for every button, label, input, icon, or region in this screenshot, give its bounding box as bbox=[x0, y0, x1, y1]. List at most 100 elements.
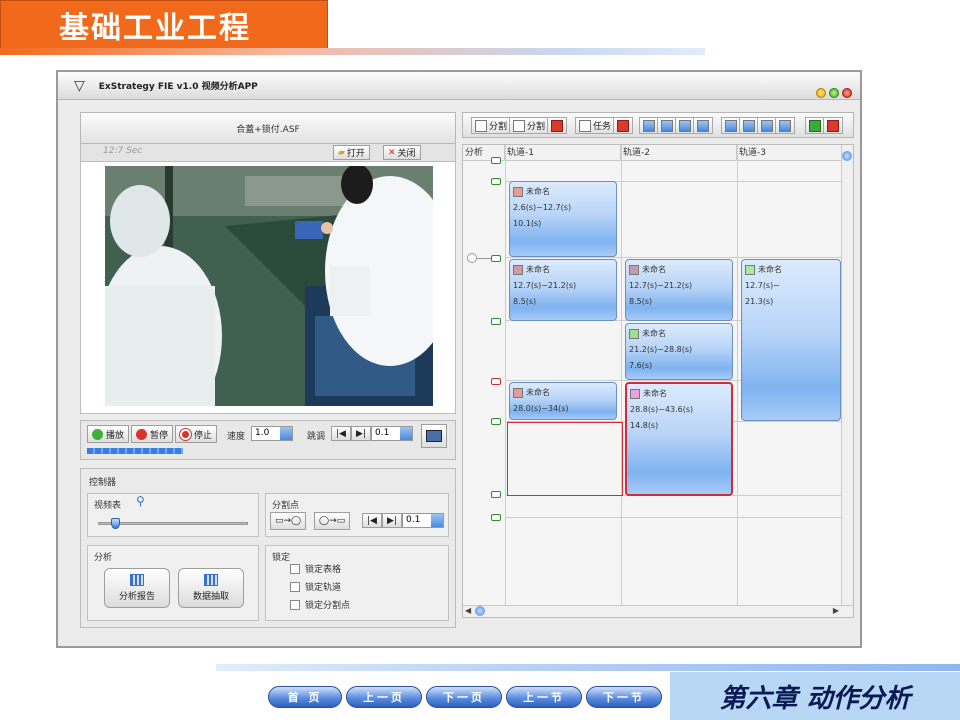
move-up-button[interactable] bbox=[675, 117, 695, 134]
folder-icon: ▰ bbox=[338, 147, 345, 158]
open-button[interactable]: ▰ 打开 bbox=[333, 145, 370, 160]
close-icon: ✕ bbox=[388, 147, 396, 158]
scroll-thumb[interactable] bbox=[475, 606, 485, 616]
move-down-button[interactable] bbox=[693, 117, 713, 134]
split-marker[interactable] bbox=[491, 491, 501, 498]
task-block[interactable]: 未命名 28.0(s)~34(s) bbox=[509, 382, 617, 420]
task-delete-button[interactable] bbox=[613, 117, 633, 134]
step-label: 跳调 bbox=[307, 432, 326, 442]
align-top-button[interactable] bbox=[721, 117, 741, 134]
expand-icon bbox=[761, 119, 773, 132]
close-button[interactable]: ✕ 关闭 bbox=[383, 145, 421, 160]
minus-icon bbox=[827, 119, 839, 132]
speed-dropdown-icon[interactable] bbox=[280, 427, 292, 440]
task-block[interactable]: 未命名 12.7(s)~21.2(s) 8.5(s) bbox=[625, 259, 733, 321]
stop-button[interactable]: 停止 bbox=[175, 425, 218, 443]
nav-next-page-button[interactable]: 下一页 bbox=[426, 686, 502, 708]
step-input[interactable]: 0.1 bbox=[371, 426, 413, 441]
plus-icon bbox=[809, 119, 821, 132]
horizontal-scrollbar[interactable]: ◀ ▶ bbox=[463, 605, 853, 617]
collapse-icon bbox=[779, 119, 791, 132]
step-dropdown-icon[interactable] bbox=[400, 427, 412, 440]
pause-button[interactable]: 暂停 bbox=[131, 425, 174, 443]
scroll-right-icon[interactable]: ▶ bbox=[833, 606, 839, 615]
expand-button[interactable] bbox=[757, 117, 777, 134]
nav-next-section-button[interactable]: 下一节 bbox=[586, 686, 662, 708]
video-frame[interactable] bbox=[105, 166, 433, 406]
play-button[interactable]: 播放 bbox=[87, 425, 130, 443]
split-step-back-button[interactable]: |◀ bbox=[362, 513, 382, 528]
playback-progress[interactable] bbox=[87, 448, 183, 454]
split-delete-button[interactable] bbox=[547, 117, 567, 134]
split-marker[interactable] bbox=[491, 318, 501, 325]
task-block[interactable]: 未命名 21.2(s)~28.8(s) 7.6(s) bbox=[625, 323, 733, 380]
track-3-header: 轨道-3 bbox=[737, 145, 843, 161]
split-marker[interactable] bbox=[491, 178, 501, 185]
task-color-swatch bbox=[745, 264, 755, 275]
split-add-button[interactable]: 分割 bbox=[471, 117, 512, 134]
task-add-button[interactable]: 任务 bbox=[575, 117, 616, 134]
split-edit-icon bbox=[513, 119, 525, 132]
step-forward-button[interactable]: ▶| bbox=[351, 426, 371, 441]
remove-track-button[interactable] bbox=[823, 117, 843, 134]
lock-track-checkbox[interactable] bbox=[290, 581, 300, 592]
step-back-button[interactable]: |◀ bbox=[331, 426, 351, 441]
move-right-button[interactable] bbox=[657, 117, 677, 134]
zoom-label: 视频表 bbox=[94, 501, 122, 511]
close-window-icon[interactable] bbox=[842, 88, 852, 98]
selected-empty-cell[interactable] bbox=[507, 422, 623, 496]
split-marker[interactable] bbox=[491, 514, 501, 521]
move-left-button[interactable] bbox=[639, 117, 659, 134]
split-marker[interactable] bbox=[491, 418, 501, 425]
lock-split-option[interactable]: 锁定分割点 bbox=[290, 598, 350, 611]
add-track-button[interactable] bbox=[805, 117, 825, 134]
skip-back-icon: |◀ bbox=[367, 515, 377, 526]
camera-button[interactable] bbox=[421, 424, 447, 448]
scroll-left-icon[interactable]: ◀ bbox=[465, 606, 471, 615]
video-panel: 合蓋+锁付.ASF 12:7 Sec ▰ 打开 ✕ 关闭 播放 暂停 停止 速度… bbox=[80, 112, 456, 642]
video-time: 12:7 Sec bbox=[103, 146, 143, 156]
align-bottom-button[interactable] bbox=[739, 117, 759, 134]
split-step-forward-button[interactable]: ▶| bbox=[382, 513, 402, 528]
nav-prev-section-button[interactable]: 上一节 bbox=[506, 686, 582, 708]
split-back-icon: ◯→▭ bbox=[319, 516, 346, 526]
split-marker[interactable] bbox=[491, 255, 501, 262]
split-marker-selected[interactable] bbox=[491, 378, 501, 385]
track-2-header: 轨道-2 bbox=[621, 145, 737, 161]
window-titlebar: ▽ ExStrategy FIE v1.0 视频分析APP bbox=[58, 72, 860, 100]
task-block[interactable]: 未命名 12.7(s)~21.2(s) 8.5(s) bbox=[509, 259, 617, 321]
align-bottom-icon bbox=[743, 119, 755, 132]
nav-home-button[interactable]: 首 页 bbox=[268, 686, 342, 708]
task-color-swatch bbox=[513, 387, 523, 398]
chapter-title: 第六章 动作分析 bbox=[670, 672, 960, 720]
split-panel: 分割点 ▭→◯ ◯→▭ |◀ ▶| 0.1 bbox=[265, 493, 449, 537]
minimize-icon[interactable] bbox=[816, 88, 826, 98]
vertical-scrollbar[interactable]: ▼ bbox=[841, 145, 853, 617]
data-extract-button[interactable]: 数据抽取 bbox=[178, 568, 244, 608]
lock-split-checkbox[interactable] bbox=[290, 599, 300, 610]
nav-prev-page-button[interactable]: 上一页 bbox=[346, 686, 422, 708]
lock-table-checkbox[interactable] bbox=[290, 563, 300, 574]
zoom-slider-thumb[interactable] bbox=[111, 518, 120, 529]
split-handle-icon[interactable] bbox=[467, 253, 477, 263]
analysis-report-button[interactable]: 分析报告 bbox=[104, 568, 170, 608]
magnifier-icon: ⚲ bbox=[136, 494, 145, 508]
split-to-circle-button[interactable]: ▭→◯ bbox=[270, 512, 307, 530]
app-logo-icon: ▽ bbox=[74, 77, 85, 94]
task-block[interactable]: 未命名 12.7(s)~ 21.3(s) bbox=[741, 259, 841, 421]
split-edit-button[interactable]: 分割 bbox=[509, 117, 550, 134]
maximize-icon[interactable] bbox=[829, 88, 839, 98]
lock-table-option[interactable]: 锁定表格 bbox=[290, 562, 341, 575]
split-marker[interactable] bbox=[491, 157, 501, 164]
speed-input[interactable]: 1.0 bbox=[251, 426, 293, 441]
zoom-slider[interactable] bbox=[98, 518, 248, 529]
collapse-button[interactable] bbox=[775, 117, 795, 134]
split-input[interactable]: 0.1 bbox=[402, 513, 444, 528]
circle-to-split-button[interactable]: ◯→▭ bbox=[314, 512, 351, 530]
task-block[interactable]: 未命名 2.6(s)~12.7(s) 10.1(s) bbox=[509, 181, 617, 257]
split-dropdown-icon[interactable] bbox=[431, 514, 443, 527]
scroll-thumb[interactable] bbox=[842, 151, 852, 161]
task-block-selected[interactable]: 未命名 28.8(s)~43.6(s) 14.8(s) bbox=[625, 382, 733, 496]
lock-label: 锁定 bbox=[272, 553, 291, 563]
lock-track-option[interactable]: 锁定轨道 bbox=[290, 580, 341, 593]
